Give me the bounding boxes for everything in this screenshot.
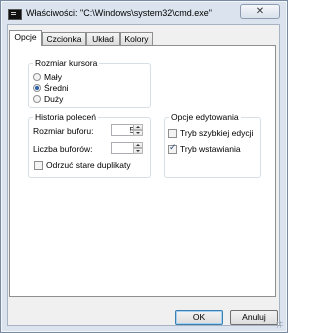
- cancel-button[interactable]: Anuluj: [230, 310, 278, 325]
- tab-options[interactable]: Opcje: [9, 30, 42, 46]
- quick-edit-checkbox[interactable]: [168, 129, 177, 138]
- cursor-medium-label[interactable]: Średni: [44, 83, 69, 93]
- tab-layout[interactable]: Układ: [86, 32, 120, 45]
- resize-grip-icon[interactable]: [276, 321, 283, 328]
- window-title: Właściwości: "C:\Windows\system32\cmd.ex…: [26, 8, 212, 18]
- discard-duplicates-checkbox[interactable]: [34, 161, 43, 170]
- tab-font[interactable]: Czcionka: [42, 32, 86, 45]
- insert-mode-checkbox[interactable]: [168, 143, 177, 154]
- edit-options-legend: Opcje edytowania: [169, 112, 241, 122]
- title-bar[interactable]: Właściwości: "C:\Windows\system32\cmd.ex…: [1, 1, 287, 23]
- ok-button[interactable]: OK: [175, 310, 223, 325]
- buffer-count-spinner[interactable]: [133, 142, 143, 154]
- buffer-size-label: Rozmiar buforu:: [33, 126, 94, 136]
- cursor-medium-radio[interactable]: [33, 84, 41, 92]
- close-icon: ✕: [255, 6, 265, 17]
- cursor-large-label[interactable]: Duży: [44, 94, 63, 104]
- cursor-size-legend: Rozmiar kursora: [33, 58, 100, 68]
- buffer-size-spinner[interactable]: [133, 124, 143, 136]
- discard-duplicates-label[interactable]: Odrzuć stare duplikaty: [46, 160, 131, 170]
- tab-colors[interactable]: Kolory: [120, 32, 153, 45]
- cursor-large-radio[interactable]: [33, 95, 41, 103]
- quick-edit-label[interactable]: Tryb szybkiej edycji: [180, 128, 253, 138]
- command-history-legend: Historia poleceń: [33, 112, 98, 122]
- insert-mode-label[interactable]: Tryb wstawiania: [180, 144, 241, 154]
- console-icon: [8, 9, 22, 20]
- cursor-small-radio[interactable]: [33, 73, 41, 81]
- cursor-small-label[interactable]: Mały: [44, 72, 62, 82]
- close-button[interactable]: ✕: [240, 4, 280, 19]
- buffer-count-down-arrow-icon[interactable]: [133, 148, 143, 154]
- buffer-count-label: Liczba buforów:: [33, 144, 93, 154]
- buffer-size-down-arrow-icon[interactable]: [133, 130, 143, 136]
